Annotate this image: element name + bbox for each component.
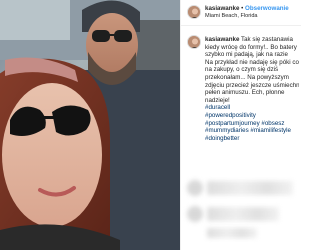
- caption-text-1: kiedy wrócę do formy!.. Bo batery: [205, 43, 297, 51]
- caption-text-6: zdjęciu przecież jeszcze uśmiechnięta: [205, 81, 299, 89]
- blurred-comment-avatar: [187, 180, 203, 196]
- caption-username[interactable]: kasiawanke: [205, 36, 239, 43]
- caption-text-3: Na przykład nie nadaję się póki co: [205, 58, 299, 66]
- post-caption: kasiawanke Tak się zastanawia kiedy wróc…: [205, 36, 299, 142]
- blurred-comment-avatar: [187, 206, 203, 222]
- caption-text-7: pełen animuszu. Ech, płonne: [205, 89, 285, 97]
- post-header-line: kasiawanke • Obserwowanie: [205, 5, 289, 12]
- blurred-comment: [207, 207, 279, 221]
- post-location[interactable]: Miami Beach, Florida: [205, 13, 258, 20]
- caption-text-5: przekonałam... Na powyższym: [205, 73, 289, 81]
- caption-text-0: Tak się zastanawia: [239, 36, 293, 43]
- caption-text-4: na zakupy, o czym się dziś: [205, 66, 279, 74]
- hashtag-line[interactable]: #poweredpositivity: [205, 112, 299, 120]
- post-photo[interactable]: [0, 0, 180, 250]
- caption-text-8: nadzieje!: [205, 96, 230, 104]
- post-username[interactable]: kasiawanke: [205, 5, 239, 12]
- user-avatar-icon[interactable]: [187, 5, 201, 19]
- header-separator: •: [241, 5, 244, 12]
- post-sidebar: kasiawanke • Obserwowanie Miami Beach, F…: [180, 0, 301, 250]
- caption-text-2: szybko mi padają, jak na razie: [205, 51, 288, 59]
- hashtag-line[interactable]: #mummydiaries #miamilifestyle: [205, 127, 299, 135]
- caption-line: kasiawanke Tak się zastanawia: [205, 36, 299, 44]
- blurred-comment: [207, 181, 293, 195]
- selfie-photo-image: [0, 0, 180, 250]
- caption-avatar-icon[interactable]: [187, 35, 201, 49]
- follow-button[interactable]: Obserwowanie: [245, 5, 289, 12]
- hashtag-line[interactable]: #duracell: [205, 104, 299, 112]
- hashtag-line[interactable]: #doingbetter: [205, 135, 299, 143]
- post-header: kasiawanke • Obserwowanie Miami Beach, F…: [181, 0, 301, 26]
- hashtag-line[interactable]: #postpartumjourney #obsesz: [205, 120, 299, 128]
- blurred-comment: [207, 228, 257, 238]
